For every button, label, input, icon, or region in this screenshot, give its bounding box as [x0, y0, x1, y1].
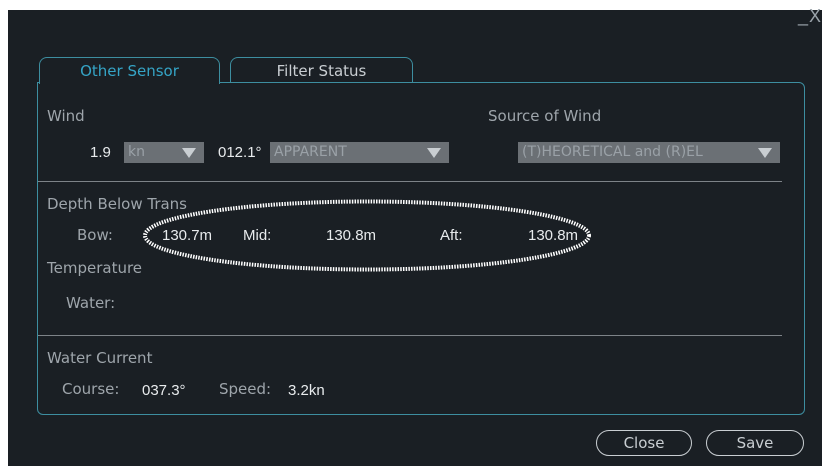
bow-label: Bow: [77, 226, 113, 244]
source-of-wind-label: Source of Wind [488, 107, 602, 125]
source-of-wind-selected: (T)HEORETICAL and (R)EL [522, 144, 703, 160]
current-speed-value: 3.2kn [288, 382, 325, 399]
water-current-label: Water Current [47, 349, 153, 367]
chevron-down-icon [427, 148, 441, 158]
wind-direction-value: 012.1° [218, 144, 262, 161]
course-value: 037.3° [142, 382, 186, 399]
tab-filter-status[interactable]: Filter Status [230, 57, 413, 83]
divider [38, 335, 782, 336]
source-of-wind-dropdown[interactable]: (T)HEORETICAL and (R)EL [518, 142, 780, 163]
save-button[interactable]: Save [706, 430, 804, 456]
water-temp-label: Water: [66, 294, 116, 312]
depth-label: Depth Below Trans [47, 195, 187, 213]
wind-label: Wind [47, 107, 85, 125]
chevron-down-icon [758, 148, 772, 158]
course-label: Course: [62, 380, 120, 398]
aft-label: Aft: [440, 227, 463, 244]
mid-value: 130.8m [326, 227, 377, 244]
wind-mode-dropdown[interactable]: APPARENT [270, 142, 449, 163]
wind-unit-dropdown[interactable]: kn [124, 142, 204, 163]
close-button[interactable]: Close [596, 430, 692, 456]
bow-value: 130.7m [162, 227, 213, 244]
window-controls[interactable]: _X [798, 6, 822, 27]
other-sensor-dialog: _X Other Sensor Filter Status Wind 1.9 k… [8, 6, 822, 466]
aft-value: 130.8m [528, 227, 579, 244]
wind-speed-value: 1.9 [90, 144, 111, 161]
temperature-label: Temperature [47, 259, 143, 277]
tab-other-sensor[interactable]: Other Sensor [39, 57, 220, 84]
chevron-down-icon [182, 148, 196, 158]
current-speed-label: Speed: [219, 380, 272, 398]
mid-label: Mid: [243, 227, 272, 244]
wind-mode-selected: APPARENT [274, 144, 347, 160]
wind-unit-selected: kn [128, 144, 145, 160]
divider [38, 181, 782, 182]
